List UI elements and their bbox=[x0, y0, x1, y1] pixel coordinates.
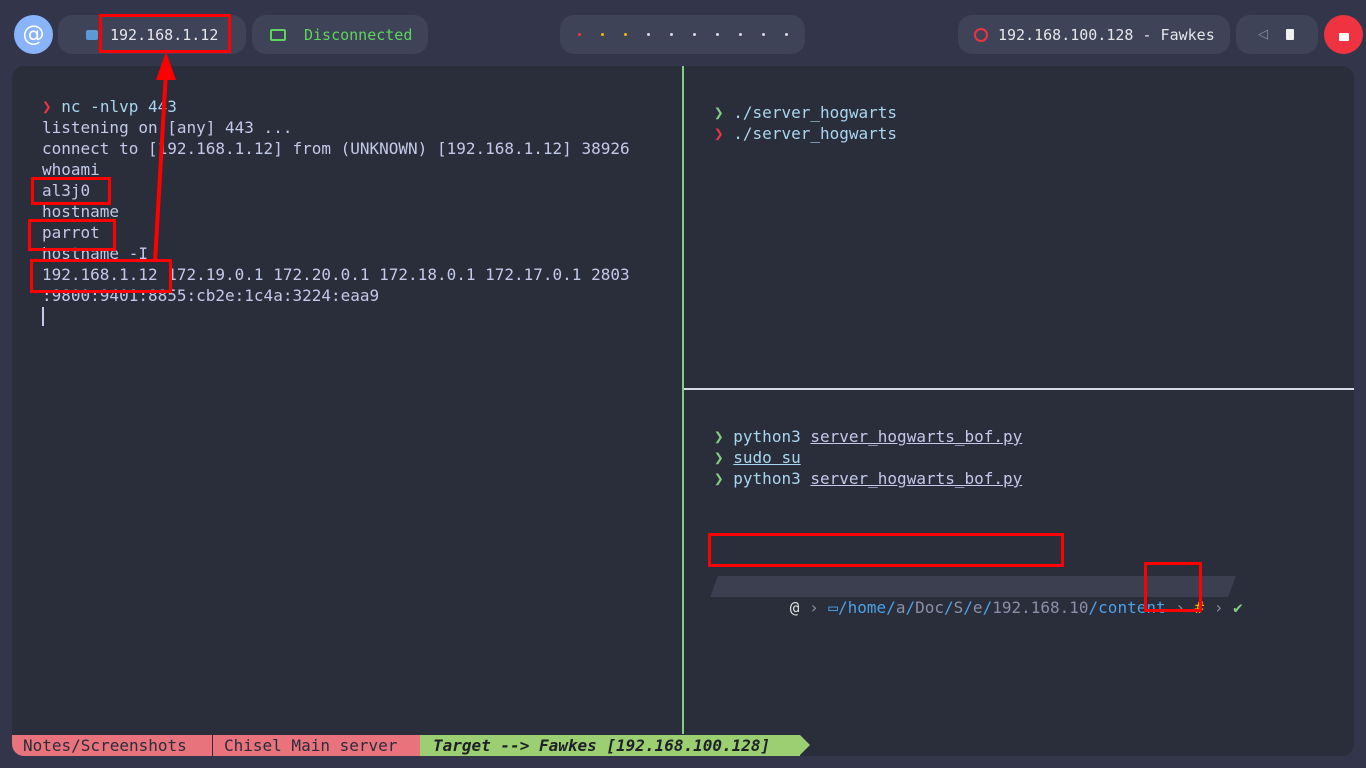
check-icon: ✔ bbox=[1233, 598, 1243, 617]
tray-widget[interactable]: ◁ bbox=[1236, 15, 1318, 54]
prompt-arrow-icon: ❯ bbox=[714, 427, 724, 446]
workspace-dot-4[interactable] bbox=[646, 33, 650, 36]
target-label: 192.168.100.128 - Fawkes bbox=[998, 25, 1215, 44]
right-top-pane[interactable]: ❯ ./server_hogwarts ❯ ./server_hogwarts bbox=[684, 66, 1354, 388]
target-widget[interactable]: 192.168.100.128 - Fawkes bbox=[958, 15, 1230, 54]
workspace-dot-5[interactable] bbox=[669, 33, 673, 36]
workspace-switcher[interactable] bbox=[560, 15, 805, 54]
status-segment-target[interactable]: Target --> Fawkes [192.168.100.128] bbox=[420, 735, 800, 756]
terminal-line-rb-2: ❯ sudo su bbox=[714, 448, 801, 467]
workspace-dot-1[interactable] bbox=[577, 33, 581, 36]
lock-icon bbox=[1338, 32, 1349, 41]
workspace-dot-6[interactable] bbox=[692, 33, 696, 36]
os-logo-icon: @ bbox=[789, 598, 800, 617]
folder-icon: ▭ bbox=[828, 598, 838, 617]
status-segment-chisel[interactable]: Chisel Main server bbox=[212, 735, 420, 756]
lock-button[interactable] bbox=[1324, 15, 1363, 54]
annotation-box-root bbox=[1144, 562, 1202, 612]
annotation-box-topbar-ip bbox=[99, 14, 231, 53]
terminal-window: ❯ nc -nlvp 443 listening on [any] 443 ..… bbox=[12, 66, 1354, 756]
prompt-arrow-icon: ❯ bbox=[714, 103, 724, 122]
annotation-box-hostname bbox=[28, 219, 116, 251]
prompt-arrow-icon: ❯ bbox=[714, 469, 724, 488]
status-segment-notes[interactable]: Notes/Screenshots bbox=[12, 735, 212, 756]
separator-chevron-icon: › bbox=[809, 598, 819, 617]
workspace-dot-9[interactable] bbox=[761, 33, 765, 36]
annotation-box-command bbox=[708, 533, 1064, 567]
prompt-arrow-icon: ❯ bbox=[714, 448, 724, 467]
workspace-dot-7[interactable] bbox=[715, 33, 719, 36]
workspace-dot-3[interactable] bbox=[623, 33, 627, 36]
terminal-line-rt-2: ❯ ./server_hogwarts bbox=[714, 124, 898, 143]
laptop-icon bbox=[270, 28, 286, 41]
separator-chevron-icon: › bbox=[1213, 598, 1224, 617]
terminal-line-2: listening on [any] 443 ... bbox=[42, 118, 293, 137]
text-cursor bbox=[42, 307, 44, 326]
vpn-widget[interactable]: Disconnected bbox=[252, 15, 428, 54]
workspace-dot-10[interactable] bbox=[784, 33, 788, 36]
status-segment-arrow bbox=[800, 735, 810, 755]
terminal-line-3: connect to [192.168.1.12] from (UNKNOWN)… bbox=[42, 139, 630, 158]
terminal-line-rb-1: ❯ python3 server_hogwarts_bof.py bbox=[714, 427, 1023, 446]
target-icon bbox=[974, 27, 988, 42]
prompt-arrow-icon: ❯ bbox=[714, 124, 724, 143]
annotation-box-ip bbox=[30, 259, 172, 293]
network-icon bbox=[86, 29, 98, 40]
vpn-status: Disconnected bbox=[304, 25, 413, 44]
left-pane[interactable]: ❯ nc -nlvp 443 listening on [any] 443 ..… bbox=[12, 66, 682, 734]
annotation-box-whoami bbox=[31, 177, 111, 205]
prompt-arrow-icon: ❯ bbox=[42, 97, 52, 116]
mute-icon[interactable]: ◁ bbox=[1258, 27, 1268, 42]
tmux-status-bar: Notes/Screenshots Chisel Main server Tar… bbox=[12, 735, 1354, 756]
os-logo-icon[interactable]: @ bbox=[14, 15, 53, 54]
workspace-dot-8[interactable] bbox=[738, 33, 742, 36]
terminal-line-1: ❯ nc -nlvp 443 bbox=[42, 97, 177, 116]
workspace-dot-2[interactable] bbox=[600, 33, 604, 36]
terminal-line-rt-1: ❯ ./server_hogwarts bbox=[714, 103, 898, 122]
right-bottom-pane[interactable]: ❯ python3 server_hogwarts_bof.py ❯ sudo … bbox=[684, 390, 1354, 734]
battery-icon bbox=[1286, 29, 1294, 40]
terminal-line-rb-3: ❯ python3 server_hogwarts_bof.py bbox=[714, 469, 1023, 488]
